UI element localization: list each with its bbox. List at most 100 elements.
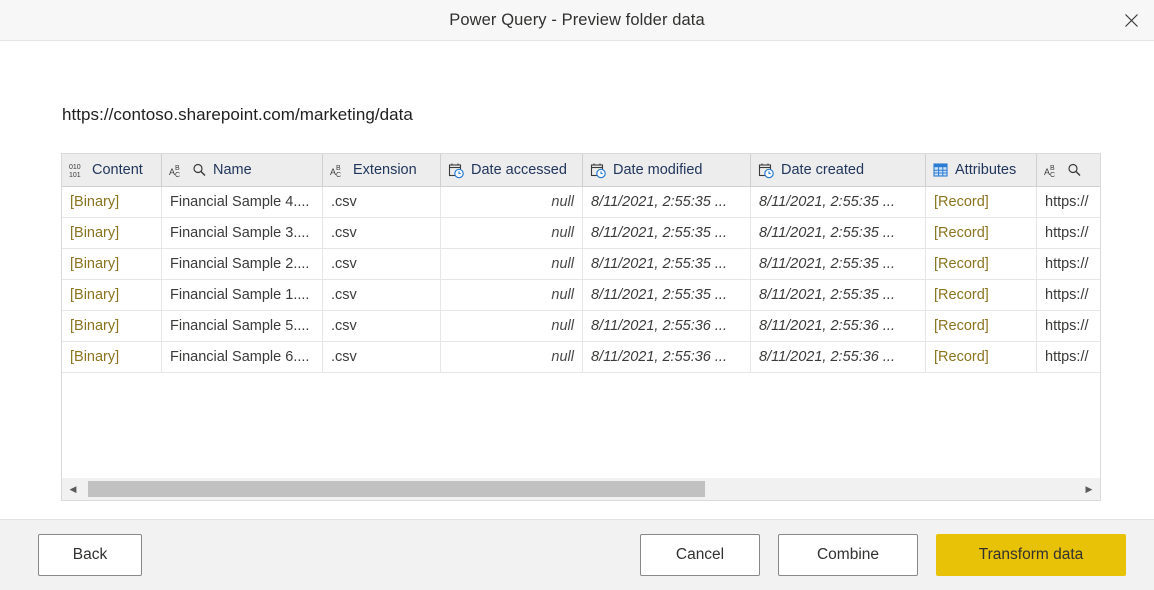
cell-name: Financial Sample 5....: [162, 311, 323, 341]
cell-date-modified: 8/11/2021, 2:55:35 ...: [583, 187, 751, 217]
table-row[interactable]: [Binary] Financial Sample 3.... .csv nul…: [62, 218, 1100, 249]
cell-folder-path: https://: [1045, 194, 1089, 210]
power-query-preview-dialog: Power Query - Preview folder data https:…: [0, 0, 1154, 590]
cell-date-modified: 8/11/2021, 2:55:35 ...: [583, 218, 751, 248]
folder-url-label: https://contoso.sharepoint.com/marketing…: [62, 105, 413, 124]
svg-text:101: 101: [69, 172, 81, 178]
cell-extension: .csv: [323, 311, 441, 341]
cell-content[interactable]: [Binary]: [62, 218, 162, 248]
column-header-label: Attributes: [955, 162, 1017, 178]
combine-button[interactable]: Combine: [778, 534, 918, 576]
svg-text:010: 010: [69, 164, 81, 171]
column-header-content[interactable]: 010 101 Content: [62, 154, 162, 186]
cell-name: Financial Sample 1....: [162, 280, 323, 310]
cell-name: Financial Sample 2....: [162, 249, 323, 279]
cell-attributes[interactable]: [Record]: [926, 187, 1037, 217]
svg-text:B: B: [336, 165, 341, 172]
datetime-icon: [758, 163, 774, 178]
scroll-left-arrow-icon[interactable]: ◀: [62, 478, 84, 500]
dialog-footer: Back Cancel Combine Transform data: [0, 519, 1154, 590]
cell-name: Financial Sample 6....: [162, 342, 323, 372]
cell-attributes[interactable]: [Record]: [926, 311, 1037, 341]
horizontal-scrollbar[interactable]: ◀ ▶: [62, 477, 1100, 500]
table-row[interactable]: [Binary] Financial Sample 4.... .csv nul…: [62, 187, 1100, 218]
cell-folder-path: https://: [1045, 287, 1089, 303]
cell-folder-path: https://: [1045, 256, 1089, 272]
column-header-label: Extension: [353, 162, 417, 178]
column-header-label: Name: [213, 162, 252, 178]
column-header-extension[interactable]: A B C Extension: [323, 154, 441, 186]
cell-date-created: 8/11/2021, 2:55:36 ...: [751, 342, 926, 372]
scrollbar-track[interactable]: [84, 478, 1078, 500]
svg-text:B: B: [1050, 165, 1055, 172]
title-bar: Power Query - Preview folder data: [0, 0, 1154, 41]
datetime-icon: [448, 163, 464, 178]
cell-date-created: 8/11/2021, 2:55:35 ...: [751, 218, 926, 248]
cell-name: Financial Sample 4....: [162, 187, 323, 217]
cell-folder-path: https://: [1045, 318, 1089, 334]
cell-extension: .csv: [323, 280, 441, 310]
preview-table: 010 101 Content A B C Name A B C Extensi…: [61, 153, 1101, 501]
cell-date-accessed: null: [441, 311, 583, 341]
cell-date-modified: 8/11/2021, 2:55:36 ...: [583, 342, 751, 372]
scroll-right-arrow-icon[interactable]: ▶: [1078, 478, 1100, 500]
cell-date-accessed: null: [441, 218, 583, 248]
cell-extension: .csv: [323, 218, 441, 248]
cell-date-modified: 8/11/2021, 2:55:35 ...: [583, 249, 751, 279]
cell-date-accessed: null: [441, 187, 583, 217]
column-header-date-modified[interactable]: Date modified: [583, 154, 751, 186]
cell-extension: .csv: [323, 187, 441, 217]
table-row[interactable]: [Binary] Financial Sample 5.... .csv nul…: [62, 311, 1100, 342]
cell-date-created: 8/11/2021, 2:55:35 ...: [751, 249, 926, 279]
column-header-label: Content: [92, 162, 143, 178]
cell-date-created: 8/11/2021, 2:55:36 ...: [751, 311, 926, 341]
svg-text:C: C: [336, 172, 341, 178]
cell-date-created: 8/11/2021, 2:55:35 ...: [751, 280, 926, 310]
cancel-button[interactable]: Cancel: [640, 534, 760, 576]
table-row[interactable]: [Binary] Financial Sample 2.... .csv nul…: [62, 249, 1100, 280]
transform-data-button[interactable]: Transform data: [936, 534, 1126, 576]
cell-folder-path: https://: [1045, 225, 1089, 241]
column-header-folder-path[interactable]: A B C: [1037, 154, 1100, 186]
cell-attributes[interactable]: [Record]: [926, 342, 1037, 372]
cell-date-created: 8/11/2021, 2:55:35 ...: [751, 187, 926, 217]
table-row[interactable]: [Binary] Financial Sample 6.... .csv nul…: [62, 342, 1100, 373]
column-header-name[interactable]: A B C Name: [162, 154, 323, 186]
cell-content[interactable]: [Binary]: [62, 249, 162, 279]
column-header-label: Date created: [781, 162, 865, 178]
cell-content[interactable]: [Binary]: [62, 311, 162, 341]
cell-folder-path: https://: [1045, 349, 1089, 365]
back-button[interactable]: Back: [38, 534, 142, 576]
column-header-date-accessed[interactable]: Date accessed: [441, 154, 583, 186]
datetime-icon: [590, 163, 606, 178]
column-header-label: Date accessed: [471, 162, 567, 178]
binary-icon: 010 101: [69, 164, 81, 178]
text-abc-icon: A B C: [1044, 165, 1055, 178]
dialog-body: https://contoso.sharepoint.com/marketing…: [0, 41, 1154, 519]
cell-content[interactable]: [Binary]: [62, 342, 162, 372]
dialog-title: Power Query - Preview folder data: [449, 10, 705, 29]
table-header-row: 010 101 Content A B C Name A B C Extensi…: [62, 154, 1100, 187]
table-body: [Binary] Financial Sample 4.... .csv nul…: [62, 187, 1100, 373]
cell-content[interactable]: [Binary]: [62, 187, 162, 217]
cell-attributes[interactable]: [Record]: [926, 249, 1037, 279]
cell-date-accessed: null: [441, 249, 583, 279]
cell-date-modified: 8/11/2021, 2:55:35 ...: [583, 280, 751, 310]
column-header-date-created[interactable]: Date created: [751, 154, 926, 186]
scrollbar-thumb[interactable]: [88, 481, 705, 497]
magnifier-key-icon: [193, 163, 206, 176]
close-button[interactable]: [1108, 0, 1154, 40]
svg-text:C: C: [175, 172, 180, 178]
table-row[interactable]: [Binary] Financial Sample 1.... .csv nul…: [62, 280, 1100, 311]
text-abc-icon: A B C: [169, 165, 180, 178]
column-header-attributes[interactable]: Attributes: [926, 154, 1037, 186]
cell-name: Financial Sample 3....: [162, 218, 323, 248]
cell-date-accessed: null: [441, 280, 583, 310]
cell-attributes[interactable]: [Record]: [926, 280, 1037, 310]
cell-date-modified: 8/11/2021, 2:55:36 ...: [583, 311, 751, 341]
cell-extension: .csv: [323, 342, 441, 372]
magnifier-key-icon: [1068, 163, 1081, 176]
cell-attributes[interactable]: [Record]: [926, 218, 1037, 248]
cell-content[interactable]: [Binary]: [62, 280, 162, 310]
cell-extension: .csv: [323, 249, 441, 279]
